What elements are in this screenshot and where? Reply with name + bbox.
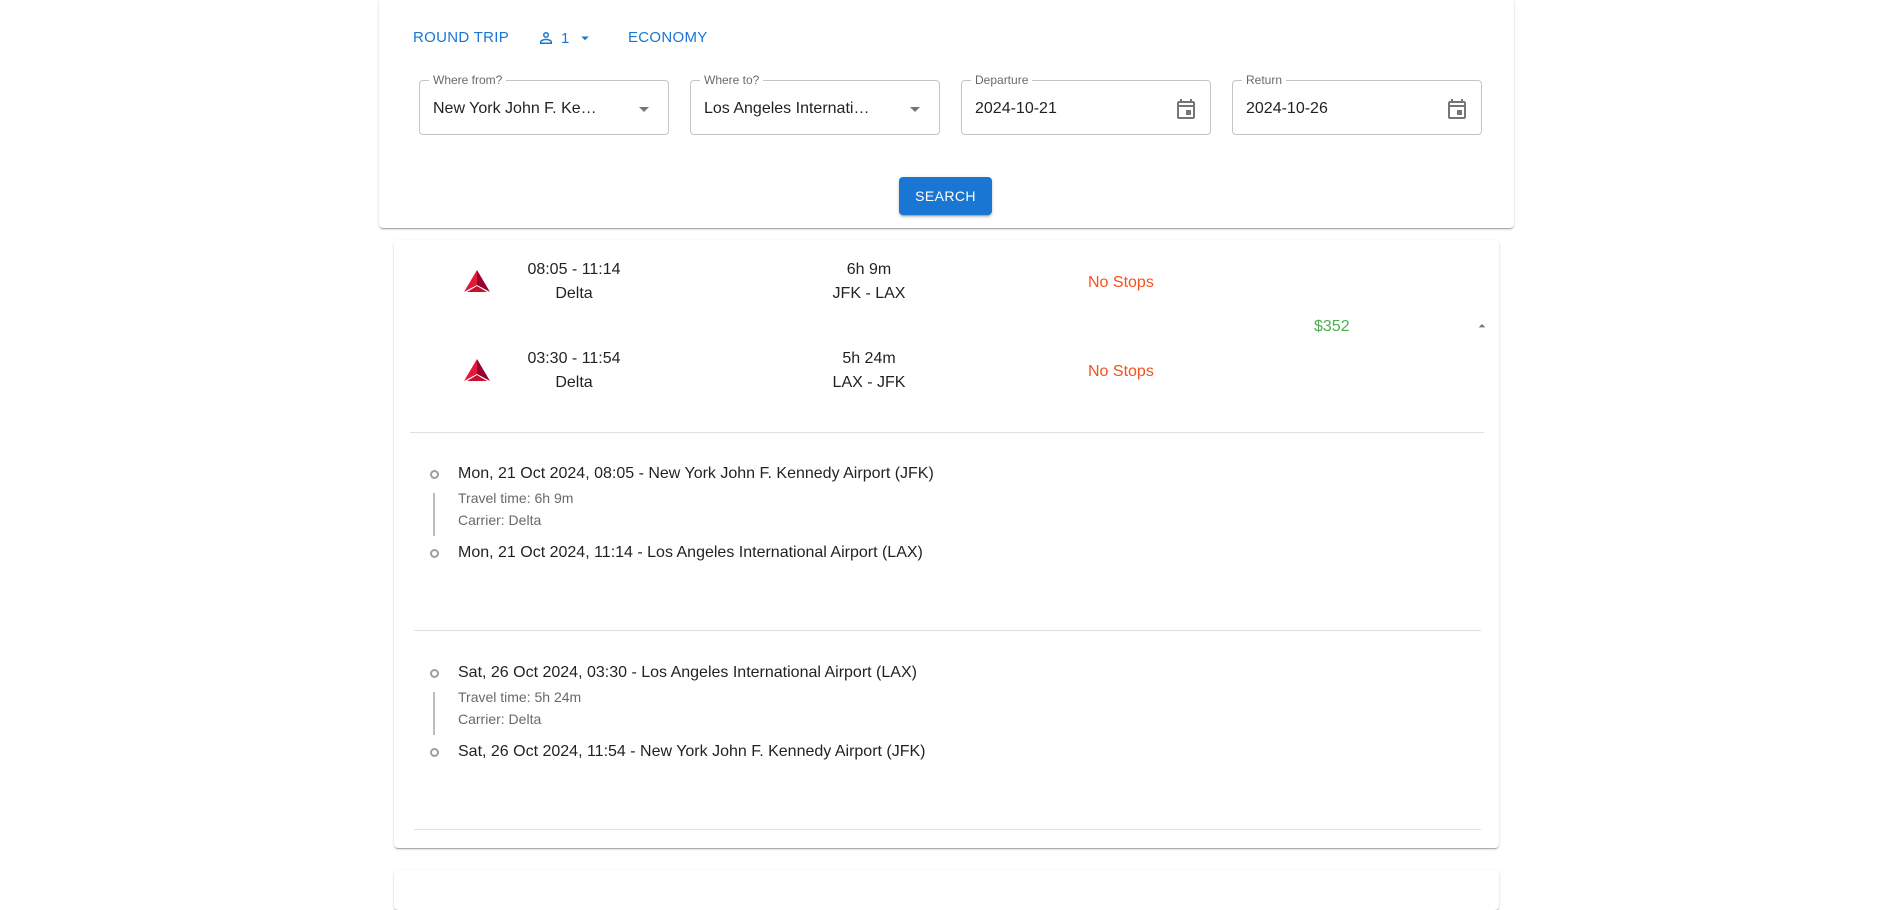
outbound-duration: 6h 9m [846, 261, 892, 278]
delta-logo-icon [464, 359, 490, 381]
chevron-down-icon[interactable] [903, 97, 927, 121]
inbound-duration-group: 5h 24m LAX - JFK [799, 347, 939, 395]
calendar-icon[interactable] [1174, 97, 1198, 121]
bottom-divider [414, 829, 1481, 830]
chevron-down-icon [580, 36, 589, 41]
inbound-times: 03:30 - 11:54 [527, 350, 621, 367]
inbound-travel-time: Travel time: 5h 24m [458, 689, 582, 705]
flight-search-panel: ROUND TRIP 1 ECONOMY Where from? New Yor… [379, 0, 1514, 228]
return-label: Return [1242, 73, 1287, 87]
outbound-times-group: 08:05 - 11:14 Delta [504, 258, 644, 306]
inbound-route: LAX - JFK [832, 374, 906, 391]
departure-label: Departure [971, 73, 1033, 87]
inbound-duration: 5h 24m [842, 350, 896, 367]
outbound-travel-time: Travel time: 6h 9m [458, 490, 574, 506]
departure-value: 2024-10-21 [975, 100, 1057, 117]
outbound-departure-detail: Mon, 21 Oct 2024, 08:05 - New York John … [458, 465, 934, 482]
chevron-down-icon[interactable] [632, 97, 656, 121]
person-icon [540, 32, 552, 44]
cabin-class-label: ECONOMY [628, 29, 708, 46]
inbound-airline: Delta [555, 374, 593, 391]
passenger-selector[interactable]: 1 [537, 29, 594, 47]
timeline-dot [430, 549, 439, 558]
flight-result-card: 08:05 - 11:14 Delta 6h 9m JFK - LAX No S… [394, 240, 1499, 848]
where-from-value: New York John F. Kennedy Airport [433, 100, 601, 117]
trip-type-selector[interactable]: ROUND TRIP [413, 29, 509, 46]
next-flight-result-card[interactable] [394, 870, 1499, 910]
expand-less-icon[interactable] [1474, 318, 1490, 334]
inbound-arrival-detail: Sat, 26 Oct 2024, 11:54 - New York John … [458, 743, 926, 760]
timeline-dot [430, 748, 439, 757]
passenger-count: 1 [561, 29, 570, 47]
calendar-icon[interactable] [1445, 97, 1469, 121]
outbound-carrier: Carrier: Delta [458, 512, 542, 528]
price-label: $352 [1314, 318, 1350, 335]
inbound-departure-detail: Sat, 26 Oct 2024, 03:30 - Los Angeles In… [458, 664, 917, 681]
timeline-connector [433, 692, 435, 735]
outbound-route: JFK - LAX [832, 285, 906, 302]
outbound-arrival-detail: Mon, 21 Oct 2024, 11:14 - Los Angeles In… [458, 544, 923, 561]
details-divider [410, 432, 1484, 433]
inbound-carrier: Carrier: Delta [458, 711, 542, 727]
timeline-dot [430, 470, 439, 479]
timeline-connector [433, 493, 435, 536]
trip-type-label: ROUND TRIP [413, 29, 510, 46]
outbound-times: 08:05 - 11:14 [527, 261, 621, 278]
where-from-label: Where from? [429, 73, 507, 87]
where-to-label: Where to? [700, 73, 764, 87]
return-date-field[interactable]: Return 2024-10-26 [1232, 73, 1482, 135]
timeline-dot [430, 669, 439, 678]
where-to-value: Los Angeles International Airport [704, 100, 872, 117]
return-value: 2024-10-26 [1246, 100, 1328, 117]
where-from-field[interactable]: Where from? New York John F. Kennedy Air… [419, 73, 669, 135]
departure-date-field[interactable]: Departure 2024-10-21 [961, 73, 1211, 135]
delta-logo-icon [464, 270, 490, 292]
outbound-stops: No Stops [1088, 274, 1154, 291]
outbound-duration-group: 6h 9m JFK - LAX [799, 258, 939, 306]
outbound-airline: Delta [555, 285, 593, 302]
where-to-field[interactable]: Where to? Los Angeles International Airp… [690, 73, 940, 135]
leg-divider [414, 630, 1481, 631]
inbound-stops: No Stops [1088, 363, 1154, 380]
inbound-times-group: 03:30 - 11:54 Delta [504, 347, 644, 395]
cabin-class-selector[interactable]: ECONOMY [628, 29, 708, 46]
search-button[interactable]: SEARCH [899, 177, 992, 215]
